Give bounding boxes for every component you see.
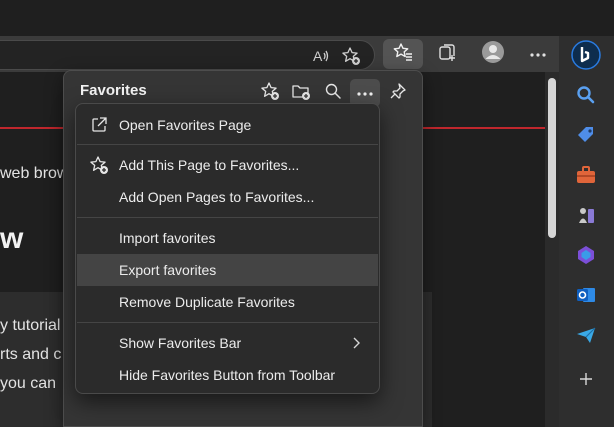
menu-item-export-favorites[interactable]: Export favorites (77, 254, 378, 286)
favorites-button[interactable] (383, 39, 423, 69)
copilot-icon[interactable] (573, 242, 599, 268)
games-icon[interactable] (573, 202, 599, 228)
add-favorite-icon[interactable] (338, 41, 364, 71)
menu-item-add-this-page[interactable]: Add This Page to Favorites... (77, 149, 378, 181)
search-icon (324, 82, 342, 105)
pin-button[interactable] (383, 79, 413, 107)
menu-item-add-open-pages[interactable]: Add Open Pages to Favorites... (77, 181, 378, 213)
profile-button[interactable] (473, 39, 513, 69)
tools-icon[interactable] (573, 162, 599, 188)
menu-item-label: Show Favorites Bar (119, 335, 242, 351)
add-favorite-icon (89, 155, 109, 175)
menu-item-hide-favorites-button[interactable]: Hide Favorites Button from Toolbar (77, 359, 378, 391)
scrollbar-thumb[interactable] (548, 78, 556, 238)
shopping-tag-icon[interactable] (573, 122, 599, 148)
menu-item-label: Add Open Pages to Favorites... (119, 189, 315, 205)
page-heading-fragment: w (0, 222, 24, 255)
add-folder-icon (291, 81, 311, 106)
menu-item-remove-duplicates[interactable]: Remove Duplicate Favorites (77, 286, 378, 318)
menu-item-label: Remove Duplicate Favorites (119, 294, 295, 310)
more-icon (356, 84, 374, 102)
collections-button[interactable] (428, 39, 468, 69)
menu-item-label: Export favorites (119, 262, 217, 278)
menu-item-import-favorites[interactable]: Import favorites (77, 222, 378, 254)
menu-divider (77, 217, 378, 218)
page-scrollbar[interactable] (545, 72, 559, 427)
read-aloud-icon[interactable]: A (308, 41, 334, 71)
favorites-more-menu: Open Favorites Page Add This Page to Fav… (75, 103, 380, 394)
more-icon (529, 45, 547, 63)
add-icon[interactable] (573, 366, 599, 392)
favorites-icon (393, 42, 413, 67)
favorites-title: Favorites (80, 82, 147, 99)
menu-item-open-favorites-page[interactable]: Open Favorites Page (77, 109, 378, 141)
page-text-line: y tutorial (0, 317, 61, 334)
open-external-icon (89, 115, 109, 135)
svg-text:A: A (313, 48, 323, 64)
bing-icon[interactable] (571, 40, 601, 70)
page-text-line: you can (0, 375, 57, 392)
page-text-line: web brow (0, 165, 69, 182)
tab-strip (0, 0, 614, 36)
menu-divider (77, 322, 378, 323)
settings-more-button[interactable] (518, 39, 558, 69)
menu-item-label: Add This Page to Favorites... (119, 157, 300, 173)
profile-icon (481, 40, 505, 69)
menu-divider (77, 144, 378, 145)
collections-icon (438, 42, 458, 67)
pin-icon (389, 82, 407, 105)
page-text-line: rts and c (0, 346, 62, 363)
menu-item-label: Import favorites (119, 230, 216, 246)
search-icon[interactable] (573, 82, 599, 108)
address-bar[interactable]: A (0, 40, 375, 70)
menu-item-label: Hide Favorites Button from Toolbar (119, 367, 336, 383)
edge-sidebar (559, 36, 614, 427)
menu-item-show-favorites-bar[interactable]: Show Favorites Bar (77, 327, 378, 359)
chevron-right-icon (348, 335, 364, 351)
telegram-icon[interactable] (573, 322, 599, 348)
outlook-icon[interactable] (573, 282, 599, 308)
add-favorite-icon (260, 81, 280, 106)
menu-item-label: Open Favorites Page (119, 117, 252, 133)
